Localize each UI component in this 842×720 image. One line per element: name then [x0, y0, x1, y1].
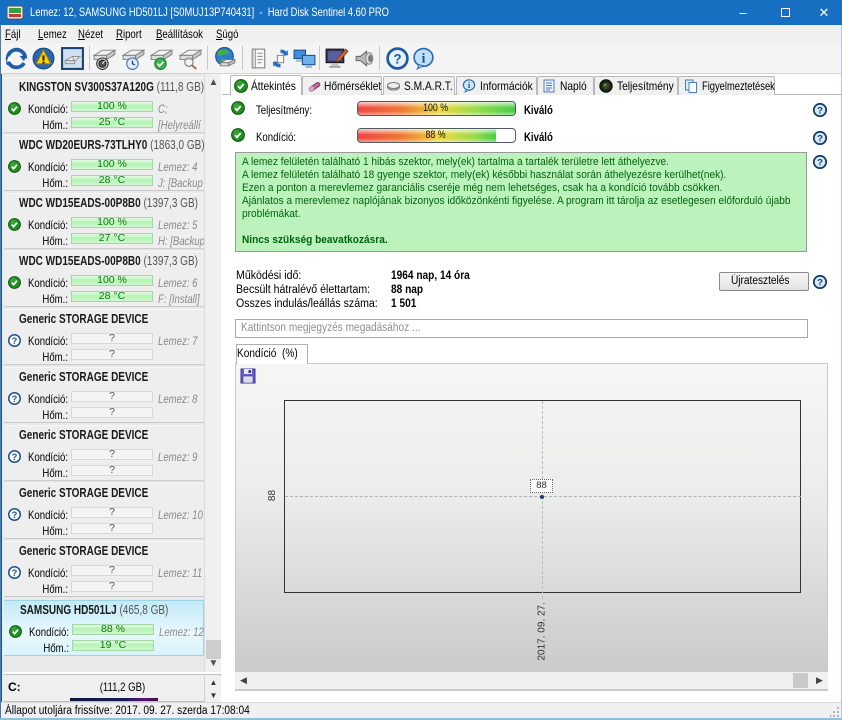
svg-text:?: ?	[817, 134, 823, 145]
svg-text:?: ?	[817, 158, 823, 169]
svg-text:?: ?	[817, 278, 823, 289]
svg-text:?: ?	[393, 52, 401, 67]
svg-text:i: i	[422, 51, 426, 66]
svg-text:?: ?	[817, 106, 823, 117]
